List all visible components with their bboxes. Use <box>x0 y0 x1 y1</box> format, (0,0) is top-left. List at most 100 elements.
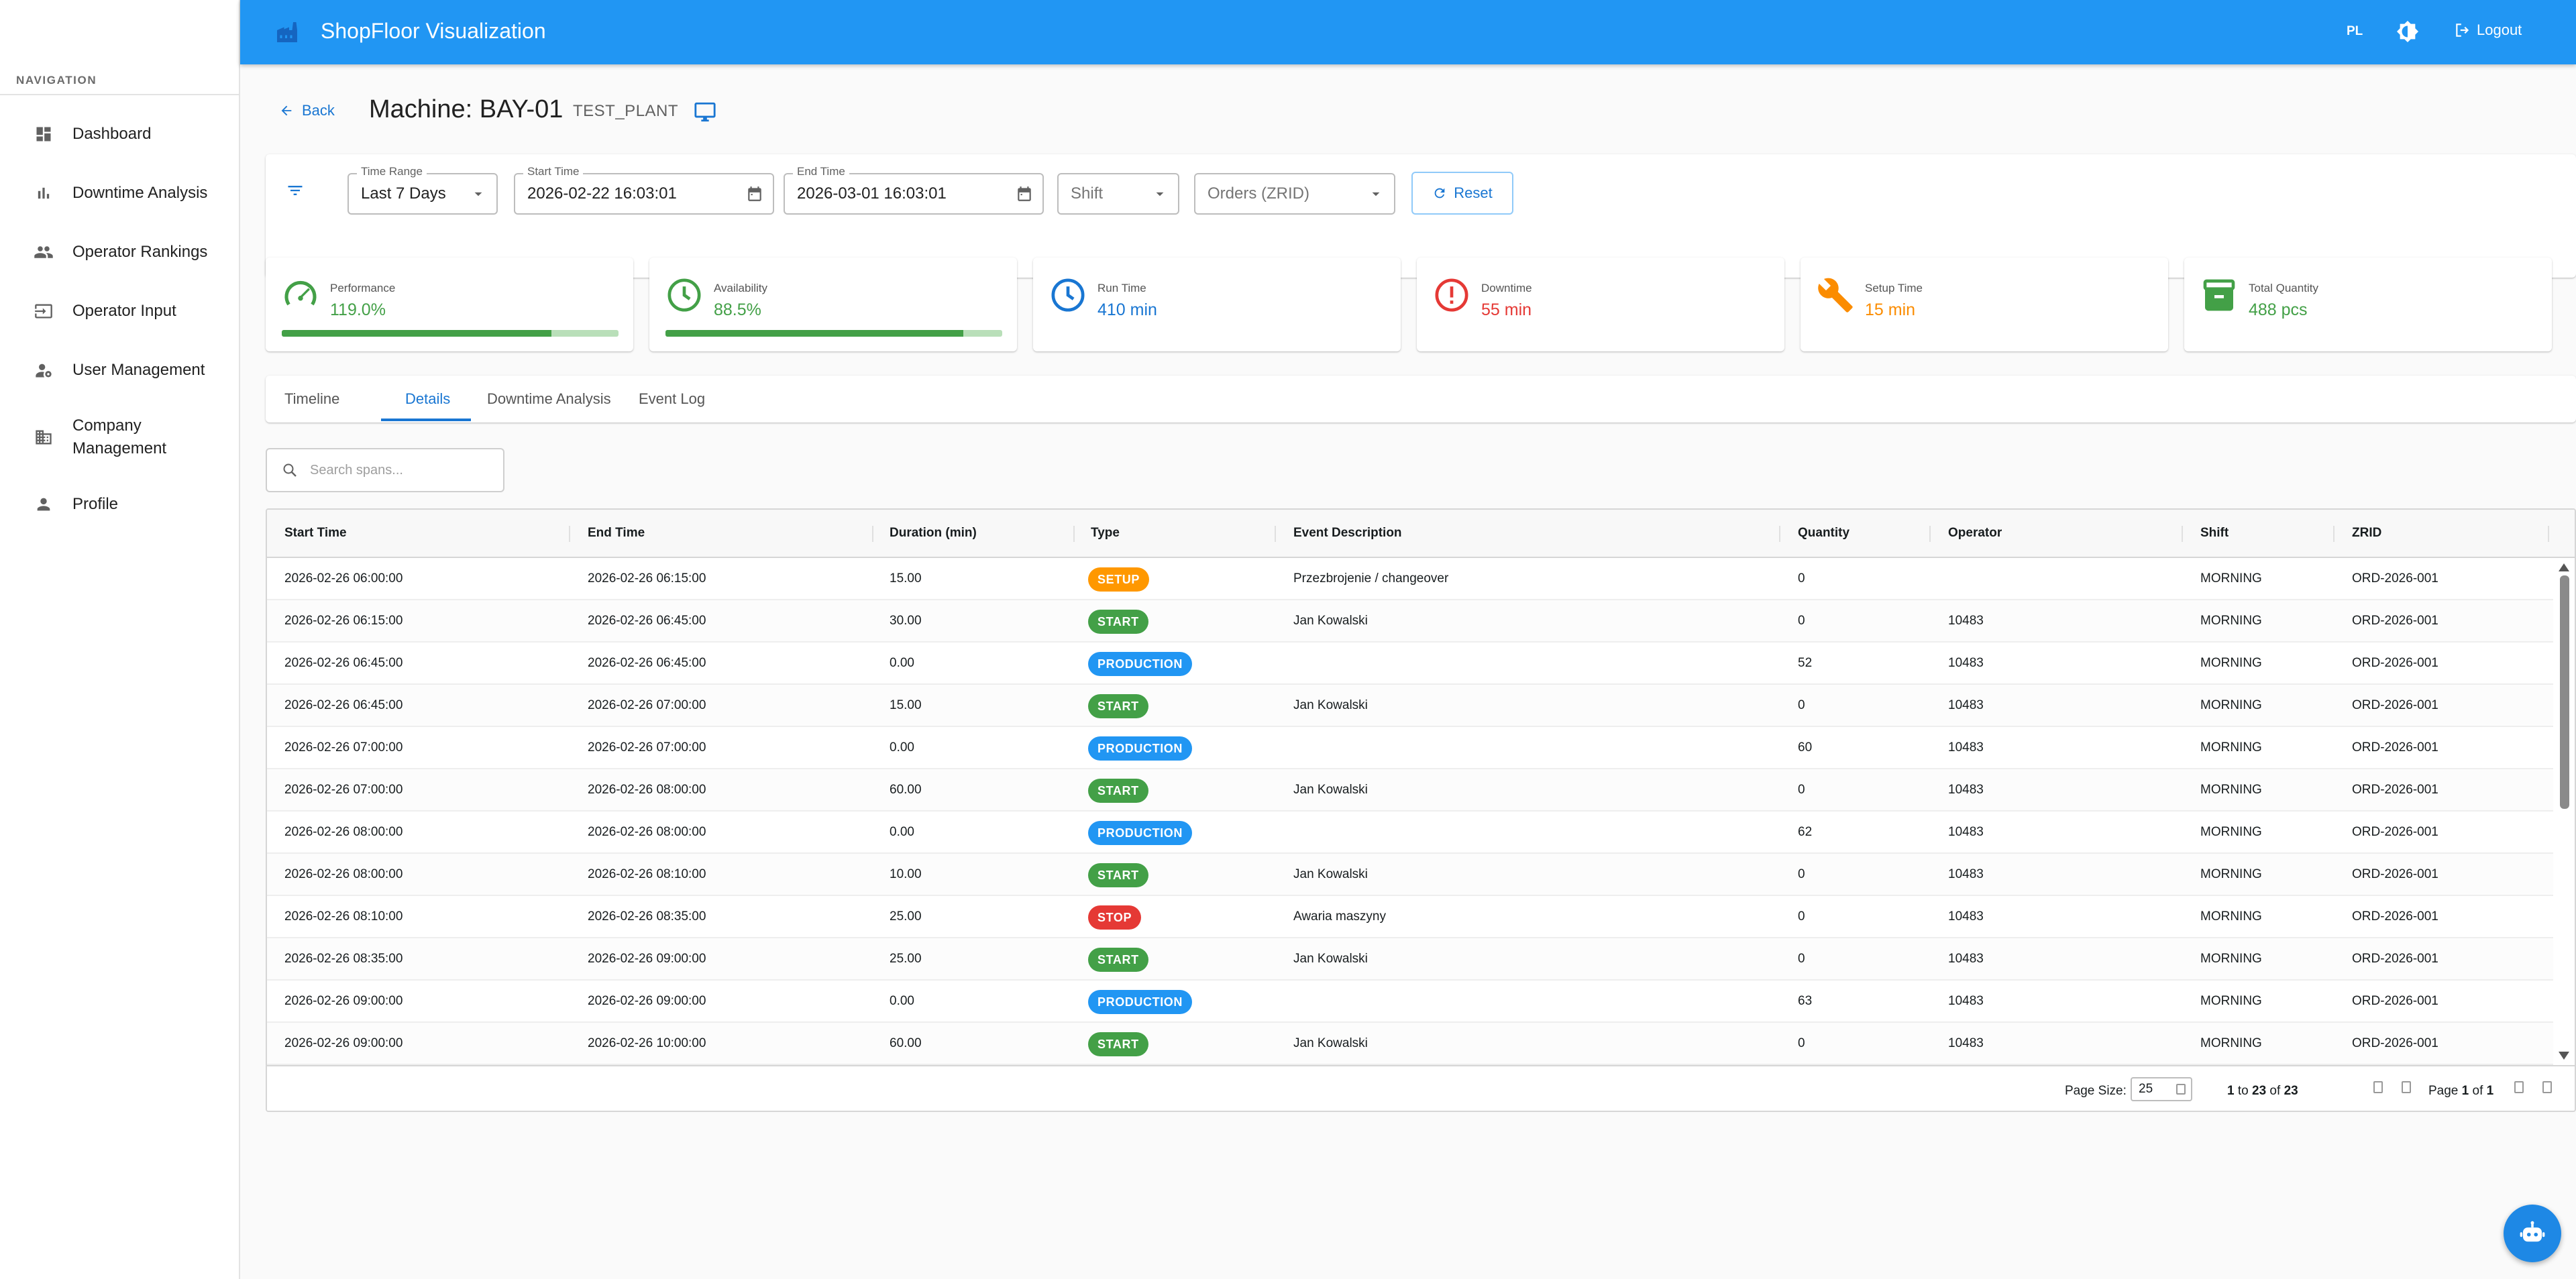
sidebar-item-label: Operator Input <box>72 302 176 320</box>
cell-event-description: Jan Kowalski <box>1293 614 1368 628</box>
time-range-select[interactable]: Time Range Last 7 Days <box>347 165 498 215</box>
scrollbar-thumb[interactable] <box>2560 575 2569 809</box>
previous-page-icon[interactable] <box>2402 1081 2411 1093</box>
app-bar: ShopFloor Visualization PL Logout <box>240 0 2576 64</box>
shift-select[interactable]: Shift <box>1057 173 1179 215</box>
column-header-operator[interactable]: Operator <box>1948 526 2002 541</box>
sidebar-item-downtime-analysis[interactable]: Downtime Analysis <box>0 164 239 223</box>
search-input[interactable] <box>310 462 484 478</box>
table-row[interactable]: 2026-02-26 06:15:00 2026-02-26 06:45:00 30… <box>267 600 2553 643</box>
row-total: 23 <box>2284 1084 2298 1098</box>
cell-start-time: 2026-02-26 06:15:00 <box>284 614 403 628</box>
tab-details[interactable]: Details <box>405 376 450 423</box>
cell-duration: 0.00 <box>890 656 914 670</box>
cell-start-time: 2026-02-26 06:45:00 <box>284 698 403 712</box>
calendar-icon[interactable] <box>1016 185 1033 207</box>
cell-operator: 10483 <box>1948 656 1984 670</box>
cell-duration: 0.00 <box>890 825 914 839</box>
table-row[interactable]: 2026-02-26 08:00:00 2026-02-26 08:10:00 10… <box>267 854 2553 896</box>
cell-zrid: ORD-2026-001 <box>2352 571 2438 586</box>
table-row[interactable]: 2026-02-26 06:45:00 2026-02-26 07:00:00 15… <box>267 685 2553 727</box>
column-header-type[interactable]: Type <box>1091 526 1120 541</box>
column-header-zrid[interactable]: ZRID <box>2352 526 2381 541</box>
sidebar-item-company-management[interactable]: Company Management <box>0 400 239 475</box>
cell-duration: 60.00 <box>890 1036 922 1050</box>
select-arrow-icon <box>2176 1084 2186 1095</box>
cell-zrid: ORD-2026-001 <box>2352 783 2438 797</box>
theme-toggle-icon[interactable] <box>2396 20 2419 43</box>
column-header-start-time[interactable]: Start Time <box>284 526 347 541</box>
cell-start-time: 2026-02-26 06:00:00 <box>284 571 403 586</box>
cell-end-time: 2026-02-26 09:00:00 <box>588 994 706 1008</box>
logout-button[interactable]: Logout <box>2454 21 2522 39</box>
time-range-value: Last 7 Days <box>361 184 446 203</box>
column-separator[interactable] <box>569 526 570 542</box>
assistant-button[interactable] <box>2504 1205 2561 1262</box>
row-from: 1 <box>2227 1084 2235 1098</box>
column-separator[interactable] <box>2182 526 2183 542</box>
sidebar-item-profile[interactable]: Profile <box>0 475 239 534</box>
plant-code: TEST_PLANT <box>573 102 679 120</box>
reset-button[interactable]: Reset <box>1411 172 1513 215</box>
column-separator[interactable] <box>872 526 873 542</box>
language-switch[interactable]: PL <box>2347 24 2363 39</box>
column-separator[interactable] <box>2333 526 2334 542</box>
start-time-value: 2026-02-22 16:03:01 <box>527 184 677 203</box>
column-separator[interactable] <box>1929 526 1931 542</box>
tab-timeline[interactable]: Timeline <box>284 376 339 423</box>
column-separator[interactable] <box>1779 526 1780 542</box>
scroll-down-arrow-icon[interactable] <box>2559 1052 2569 1060</box>
table-row[interactable]: 2026-02-26 06:00:00 2026-02-26 06:15:00 15… <box>267 558 2553 600</box>
tab-event-log[interactable]: Event Log <box>639 376 705 423</box>
type-badge: PRODUCTION <box>1088 736 1192 761</box>
table-row[interactable]: 2026-02-26 08:00:00 2026-02-26 08:00:00 0.… <box>267 812 2553 854</box>
orders-select[interactable]: Orders (ZRID) <box>1194 173 1395 215</box>
column-separator[interactable] <box>1275 526 1276 542</box>
table-row[interactable]: 2026-02-26 08:35:00 2026-02-26 09:00:00 25… <box>267 938 2553 981</box>
cell-duration: 0.00 <box>890 740 914 755</box>
column-separator[interactable] <box>2548 526 2549 542</box>
metric-label: Total Quantity <box>2249 282 2318 294</box>
archive-icon <box>2200 276 2238 314</box>
column-header-duration[interactable]: Duration (min) <box>890 526 977 541</box>
first-page-icon[interactable] <box>2373 1081 2383 1093</box>
page-size-value: 25 <box>2139 1082 2153 1096</box>
metric-value: 488 pcs <box>2249 300 2308 319</box>
table-row[interactable]: 2026-02-26 09:00:00 2026-02-26 10:00:00 60… <box>267 1023 2553 1065</box>
page-size-select[interactable]: 25 <box>2131 1077 2192 1101</box>
next-page-icon[interactable] <box>2514 1081 2524 1093</box>
column-header-event-description[interactable]: Event Description <box>1293 526 1402 541</box>
sidebar-item-dashboard[interactable]: Dashboard <box>0 105 239 164</box>
table-row[interactable]: 2026-02-26 07:00:00 2026-02-26 07:00:00 0.… <box>267 727 2553 769</box>
sidebar-item-operator-rankings[interactable]: Operator Rankings <box>0 223 239 282</box>
column-header-end-time[interactable]: End Time <box>588 526 645 541</box>
metric-card-performance: Performance 119.0% <box>266 258 633 351</box>
search-icon <box>283 463 297 477</box>
table-row[interactable]: 2026-02-26 07:00:00 2026-02-26 08:00:00 60… <box>267 769 2553 812</box>
metric-label: Downtime <box>1481 282 1532 294</box>
table-row[interactable]: 2026-02-26 09:00:00 2026-02-26 09:00:00 0.… <box>267 981 2553 1023</box>
search-field[interactable] <box>266 448 504 492</box>
back-button[interactable]: Back <box>279 102 335 119</box>
sidebar-item-user-management[interactable]: User Management <box>0 341 239 400</box>
dashboard-icon <box>34 124 54 144</box>
column-separator[interactable] <box>1073 526 1075 542</box>
performance-progress-bar <box>282 330 619 337</box>
last-page-icon[interactable] <box>2542 1081 2552 1093</box>
vertical-scrollbar[interactable] <box>2555 558 2575 1066</box>
shift-placeholder: Shift <box>1071 184 1104 203</box>
table-row[interactable]: 2026-02-26 08:10:00 2026-02-26 08:35:00 25… <box>267 896 2553 938</box>
monitor-icon[interactable] <box>694 101 716 127</box>
cell-zrid: ORD-2026-001 <box>2352 656 2438 670</box>
metric-card-setup-time: Setup Time 15 min <box>1801 258 2168 351</box>
end-time-field[interactable]: End Time 2026-03-01 16:03:01 <box>784 165 1044 215</box>
sidebar-item-operator-input[interactable]: Operator Input <box>0 282 239 341</box>
calendar-icon[interactable] <box>746 185 763 207</box>
tab-downtime-analysis[interactable]: Downtime Analysis <box>487 376 611 423</box>
column-header-quantity[interactable]: Quantity <box>1798 526 1849 541</box>
start-time-field[interactable]: Start Time 2026-02-22 16:03:01 <box>514 165 774 215</box>
scroll-up-arrow-icon[interactable] <box>2559 563 2569 571</box>
cell-shift: MORNING <box>2200 909 2262 924</box>
table-row[interactable]: 2026-02-26 06:45:00 2026-02-26 06:45:00 0.… <box>267 643 2553 685</box>
column-header-shift[interactable]: Shift <box>2200 526 2229 541</box>
